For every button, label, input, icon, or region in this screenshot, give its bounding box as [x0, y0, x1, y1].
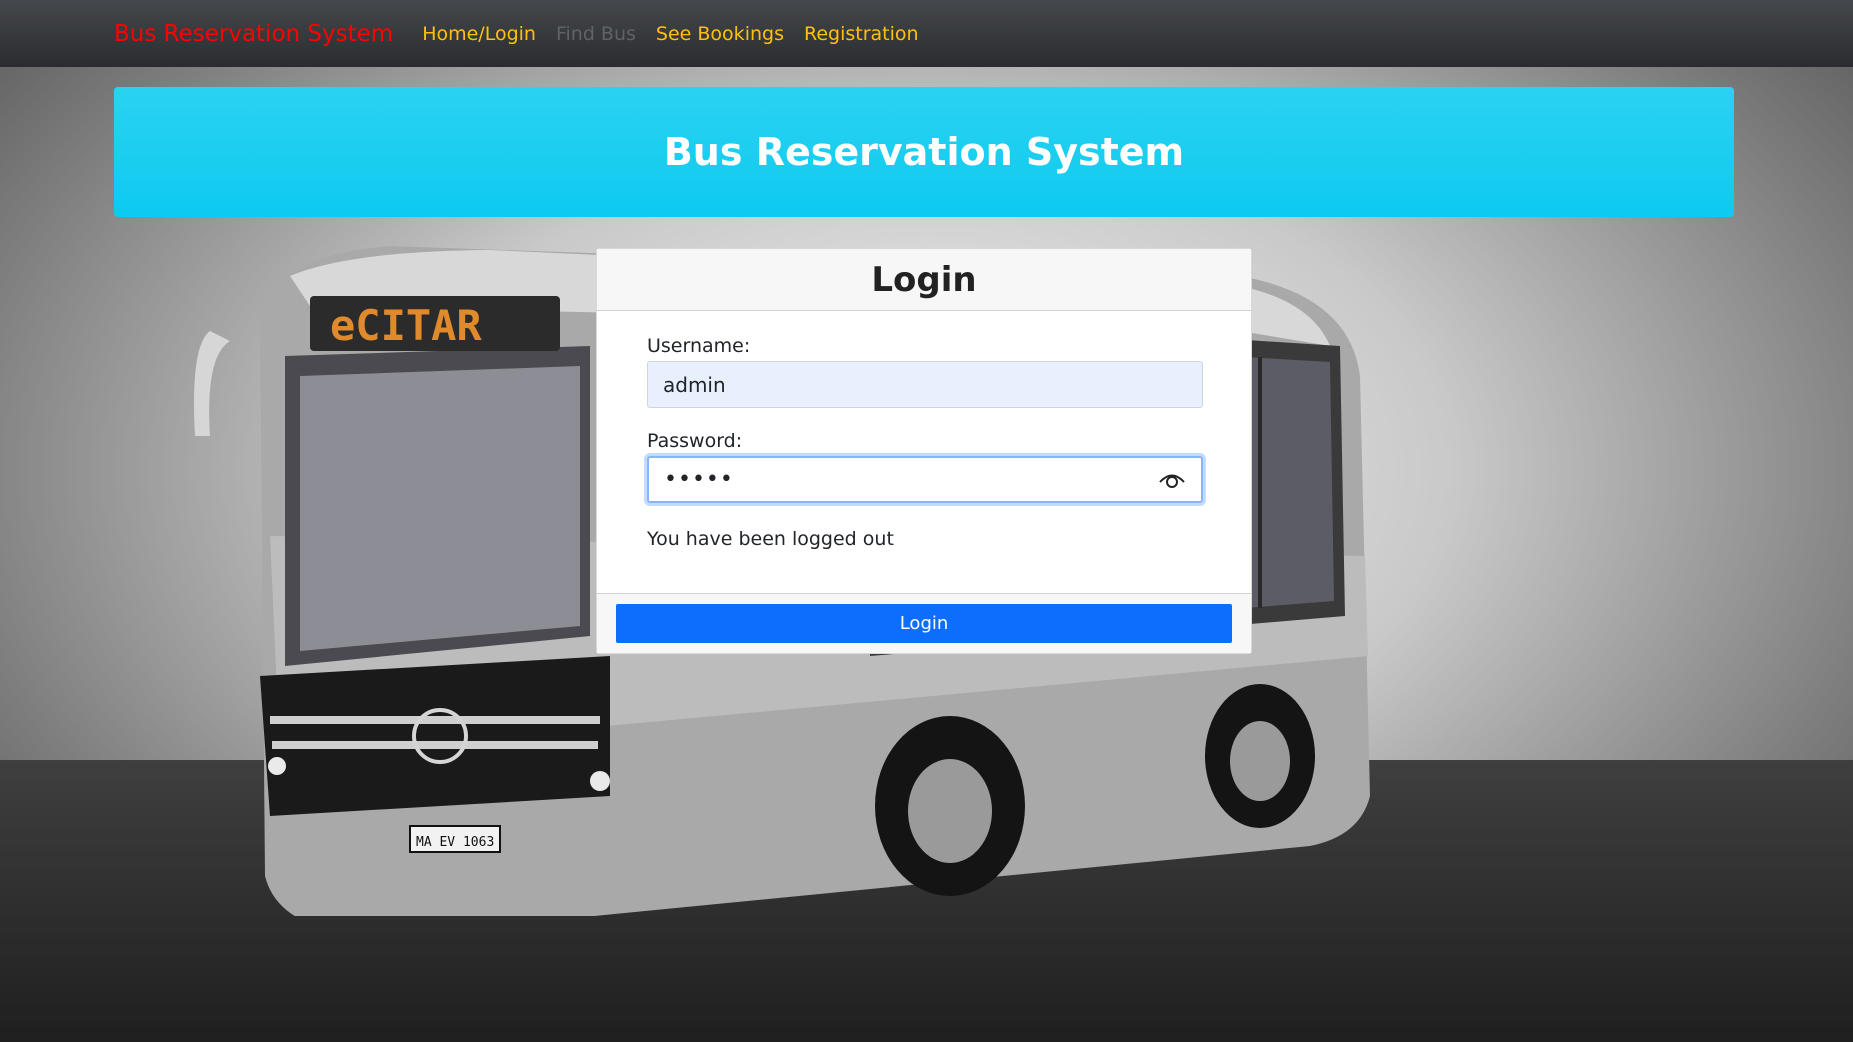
hero-title: Bus Reservation System: [663, 130, 1185, 174]
eye-icon[interactable]: [1158, 470, 1186, 490]
login-card-footer: Login: [597, 593, 1251, 653]
username-value: admin: [663, 372, 726, 397]
navbar-brand[interactable]: Bus Reservation System: [114, 21, 393, 47]
svg-text:MA EV 1063: MA EV 1063: [416, 835, 494, 850]
nav-home-login[interactable]: Home/Login: [422, 23, 536, 45]
username-input[interactable]: admin: [647, 361, 1203, 408]
login-card: Login Username: admin Password: ••••• Yo…: [596, 248, 1252, 654]
login-form: Username: admin Password: ••••• You have…: [597, 311, 1251, 550]
password-value: •••••: [664, 467, 734, 492]
nav-find-bus: Find Bus: [555, 22, 636, 45]
login-card-header: Login: [597, 249, 1251, 311]
logout-status-message: You have been logged out: [647, 528, 894, 550]
top-navbar: Bus Reservation System Home/Login Find B…: [0, 0, 1853, 67]
nav-see-bookings[interactable]: See Bookings: [656, 23, 784, 45]
svg-text:eCITAR: eCITAR: [330, 301, 482, 350]
hero-banner: Bus Reservation System: [114, 87, 1734, 217]
nav-registration[interactable]: Registration: [804, 23, 919, 45]
login-title: Login: [871, 259, 977, 300]
password-input[interactable]: •••••: [647, 456, 1203, 503]
password-label: Password:: [647, 430, 743, 452]
username-label: Username:: [647, 335, 751, 357]
login-button[interactable]: Login: [616, 604, 1232, 643]
